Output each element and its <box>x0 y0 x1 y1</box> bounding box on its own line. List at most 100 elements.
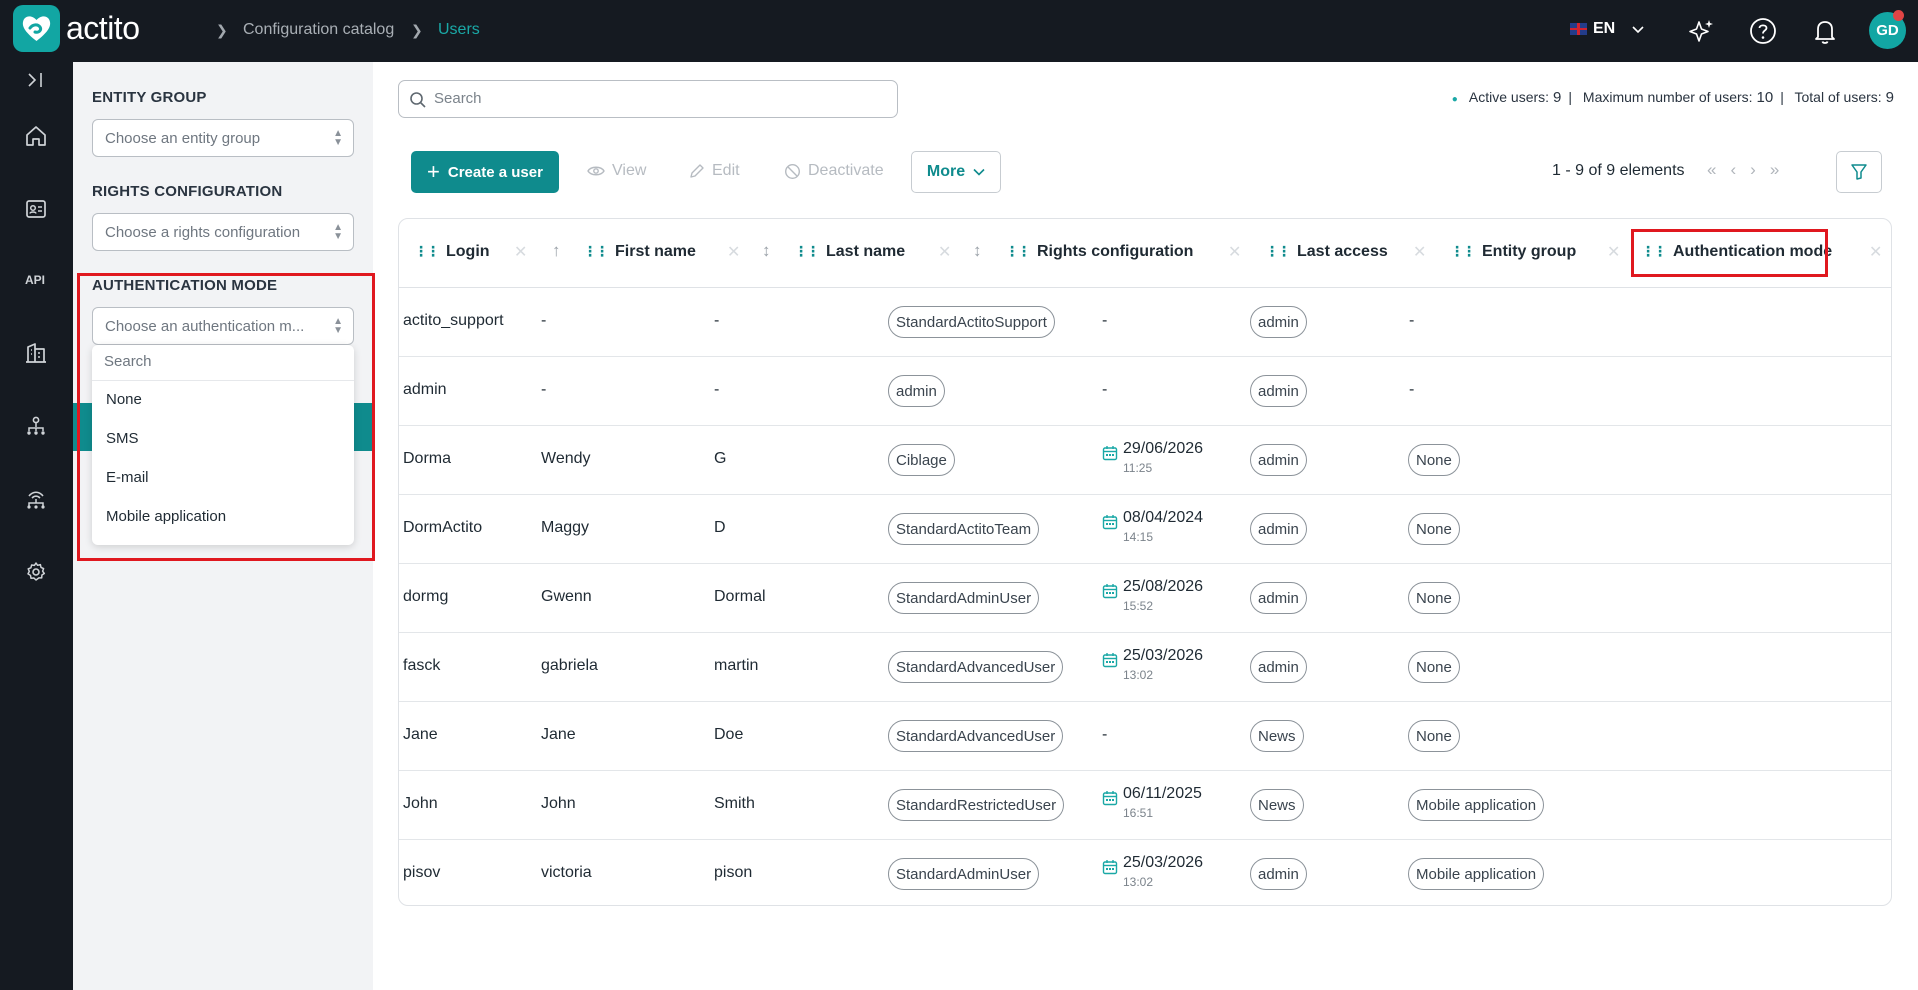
organization-icon[interactable] <box>24 414 48 438</box>
filter-toggle-button[interactable] <box>1836 151 1882 193</box>
language-selector[interactable]: EN <box>1570 20 1645 38</box>
top-bar: actito ❯ Configuration catalog ❯ Users E… <box>0 0 1918 62</box>
calendar-icon <box>1102 584 1118 599</box>
next-page-icon[interactable]: › <box>1750 160 1770 179</box>
cell-last-name: - <box>714 312 720 329</box>
cell-first-name: Gwenn <box>541 588 592 605</box>
breadcrumb-configuration-catalog[interactable]: Configuration catalog <box>243 21 394 39</box>
expand-sidebar-icon[interactable] <box>26 70 46 90</box>
sort-chevrons-icon: ▲ ▼ <box>333 222 343 242</box>
drag-handle-icon[interactable]: ⋮⋮ <box>1005 243 1031 259</box>
help-icon[interactable] <box>1748 16 1778 46</box>
sort-icon[interactable]: ↕ <box>762 241 771 261</box>
create-user-button[interactable]: + Create a user <box>411 151 559 193</box>
table-row[interactable]: John John Smith StandardRestrictedUser 06/11… <box>399 771 1891 840</box>
remove-column-icon[interactable]: ✕ <box>514 242 527 262</box>
drag-handle-icon[interactable]: ⋮⋮ <box>1265 243 1291 259</box>
drag-handle-icon[interactable]: ⋮⋮ <box>583 243 609 259</box>
view-button[interactable]: View <box>587 162 646 180</box>
cell-login: John <box>403 795 438 812</box>
entity-group-placeholder: Choose an entity group <box>105 130 261 147</box>
remove-column-icon[interactable]: ✕ <box>1607 242 1620 262</box>
sort-icon[interactable]: ↕ <box>973 241 982 261</box>
sort-ascending-icon[interactable]: ↑ <box>552 241 561 261</box>
pagination-controls: «‹›» <box>1707 160 1793 180</box>
notification-dot <box>1893 10 1904 21</box>
api-icon[interactable]: API <box>25 273 45 287</box>
bell-icon[interactable] <box>1810 16 1840 46</box>
table-header: ⋮⋮ Login ✕ ↑ ⋮⋮ First name ✕ ↕ ⋮⋮ Last name… <box>399 219 1891 288</box>
authentication-mode-badge: None <box>1408 582 1460 614</box>
drag-handle-icon[interactable]: ⋮⋮ <box>1450 243 1476 259</box>
last-access-time: 13:02 <box>1123 875 1154 889</box>
table-row[interactable]: Jane Jane Doe StandardAdvancedUser - News None <box>399 702 1891 771</box>
entity-group-badge: admin <box>1250 375 1307 407</box>
chevron-right-icon: ❯ <box>411 22 423 38</box>
last-access-datetime: 25/03/2026 13:02 <box>1123 854 1203 889</box>
table-row[interactable]: dormg Gwenn Dormal StandardAdminUser 25/08/2… <box>399 564 1891 633</box>
rights-configuration-badge: StandardAdminUser <box>888 858 1040 890</box>
column-header-last-access[interactable]: ⋮⋮ Last access <box>1265 243 1388 261</box>
entity-group-badge: admin <box>1250 582 1307 614</box>
cell-first-name: - <box>541 312 547 329</box>
last-access-date: 25/03/2026 <box>1123 854 1204 871</box>
previous-page-icon[interactable]: ‹ <box>1730 160 1750 179</box>
chevron-right-icon: ❯ <box>216 22 228 38</box>
column-header-first-name[interactable]: ⋮⋮ First name <box>583 243 696 261</box>
authentication-mode-badge: None <box>1408 651 1460 683</box>
home-icon[interactable] <box>24 124 48 148</box>
search-icon <box>410 92 426 108</box>
calendar-icon <box>1102 653 1118 668</box>
column-header-login[interactable]: ⋮⋮ Login <box>414 243 490 261</box>
view-label: View <box>612 162 647 179</box>
table-row[interactable]: actito_support - - StandardActitoSupport - ad… <box>399 288 1891 357</box>
contacts-card-icon[interactable] <box>24 197 48 221</box>
rights-configuration-select[interactable]: Choose a rights configuration ▲ ▼ <box>92 213 354 251</box>
remove-column-icon[interactable]: ✕ <box>938 242 951 262</box>
network-signal-icon[interactable] <box>24 487 48 511</box>
table-row[interactable]: admin - - admin - admin - <box>399 357 1891 426</box>
entity-group-badge: admin <box>1250 858 1307 890</box>
remove-column-icon[interactable]: ✕ <box>1228 242 1241 262</box>
settings-gear-icon[interactable] <box>24 560 48 584</box>
sparkles-icon[interactable] <box>1686 16 1716 46</box>
eye-icon <box>587 166 605 176</box>
drag-handle-icon[interactable]: ⋮⋮ <box>794 243 820 259</box>
table-row[interactable]: fasck gabriela martin StandardAdvancedUser 2… <box>399 633 1891 702</box>
cell-authentication-mode: - <box>1409 312 1415 329</box>
entity-group-label: ENTITY GROUP <box>92 89 207 106</box>
column-header-rights-configuration[interactable]: ⋮⋮ Rights configuration <box>1005 243 1193 261</box>
brand-name: actito <box>66 10 140 46</box>
deactivate-button[interactable]: Deactivate <box>784 162 884 180</box>
remove-column-icon[interactable]: ✕ <box>727 242 740 262</box>
create-user-label: Create a user <box>447 163 543 181</box>
search-input[interactable]: Search <box>398 80 898 118</box>
sort-chevrons-icon: ▲ ▼ <box>333 128 343 148</box>
cell-last-name: - <box>714 381 720 398</box>
table-row[interactable]: pisov victoria pison StandardAdminUser 25/03… <box>399 840 1891 905</box>
authentication-mode-badge: None <box>1408 720 1460 752</box>
table-row[interactable]: Dorma Wendy G Ciblage 29/06/2026 11:25 admin No… <box>399 426 1891 495</box>
entity-group-select[interactable]: Choose an entity group ▲ ▼ <box>92 119 354 157</box>
first-page-icon[interactable]: « <box>1707 160 1730 179</box>
cell-first-name: Maggy <box>541 519 590 536</box>
column-header-last-name[interactable]: ⋮⋮ Last name <box>794 243 905 261</box>
remove-column-icon[interactable]: ✕ <box>1869 242 1882 262</box>
last-access-time: 14:15 <box>1123 530 1154 544</box>
last-access-datetime: 29/06/2026 11:25 <box>1123 440 1203 475</box>
building-icon[interactable] <box>24 341 48 365</box>
last-page-icon[interactable]: » <box>1770 160 1793 179</box>
authentication-mode-column-highlight <box>1631 229 1828 277</box>
calendar-icon <box>1102 515 1118 530</box>
table-row[interactable]: DormActito Maggy D StandardActitoTeam 08/04/… <box>399 495 1891 564</box>
actito-logo[interactable] <box>13 5 60 52</box>
column-header-entity-group[interactable]: ⋮⋮ Entity group <box>1450 243 1576 261</box>
cell-last-name: Smith <box>714 795 755 812</box>
calendar-icon <box>1102 446 1118 461</box>
more-button[interactable]: More <box>911 151 1001 193</box>
drag-handle-icon[interactable]: ⋮⋮ <box>414 243 440 259</box>
edit-button[interactable]: Edit <box>689 162 740 180</box>
breadcrumb-users[interactable]: Users <box>438 21 480 39</box>
users-table: ⋮⋮ Login ✕ ↑ ⋮⋮ First name ✕ ↕ ⋮⋮ Last name… <box>398 218 1892 906</box>
remove-column-icon[interactable]: ✕ <box>1413 242 1426 262</box>
